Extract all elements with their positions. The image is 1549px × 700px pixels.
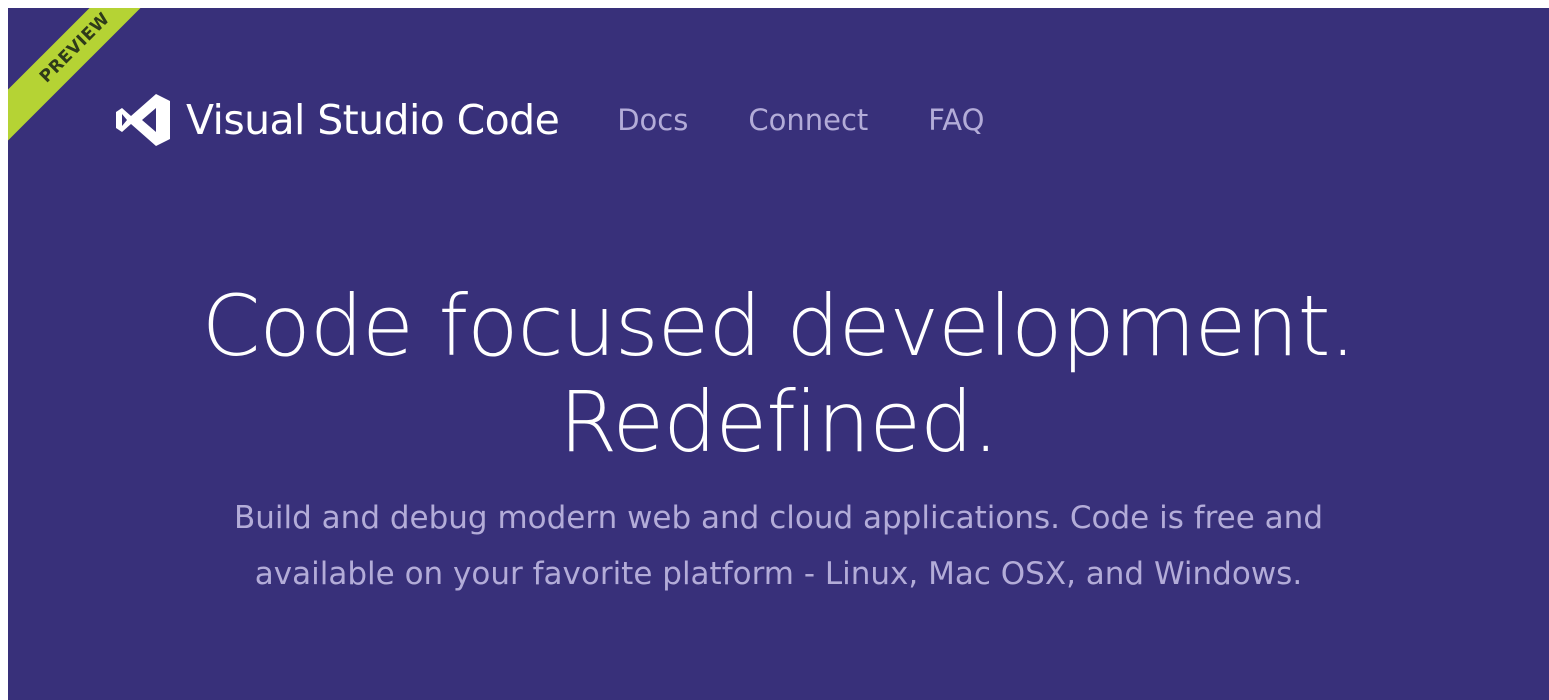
main-nav: Docs Connect FAQ (617, 103, 984, 137)
nav-link-connect[interactable]: Connect (748, 103, 868, 137)
brand-name: Visual Studio Code (186, 96, 560, 144)
hero-section: Code focused development. Redefined. Bui… (8, 278, 1549, 602)
visual-studio-code-logo-icon (116, 94, 170, 146)
home-logo-link[interactable]: Visual Studio Code (114, 91, 560, 149)
hero-title: Code focused development. Redefined. (8, 278, 1549, 470)
preview-ribbon-label: PREVIEW (35, 8, 115, 88)
site-header: Visual Studio Code Docs Connect FAQ (114, 90, 984, 150)
hero-title-line-2: Redefined. (558, 373, 999, 471)
hero-title-line-1: Code focused development. (201, 277, 1356, 375)
hero-subtitle: Build and debug modern web and cloud app… (234, 500, 1323, 592)
nav-link-faq[interactable]: FAQ (928, 103, 984, 137)
page-frame: PREVIEW Visual Studio Code Docs Connect … (8, 8, 1549, 700)
nav-link-docs[interactable]: Docs (617, 103, 688, 137)
